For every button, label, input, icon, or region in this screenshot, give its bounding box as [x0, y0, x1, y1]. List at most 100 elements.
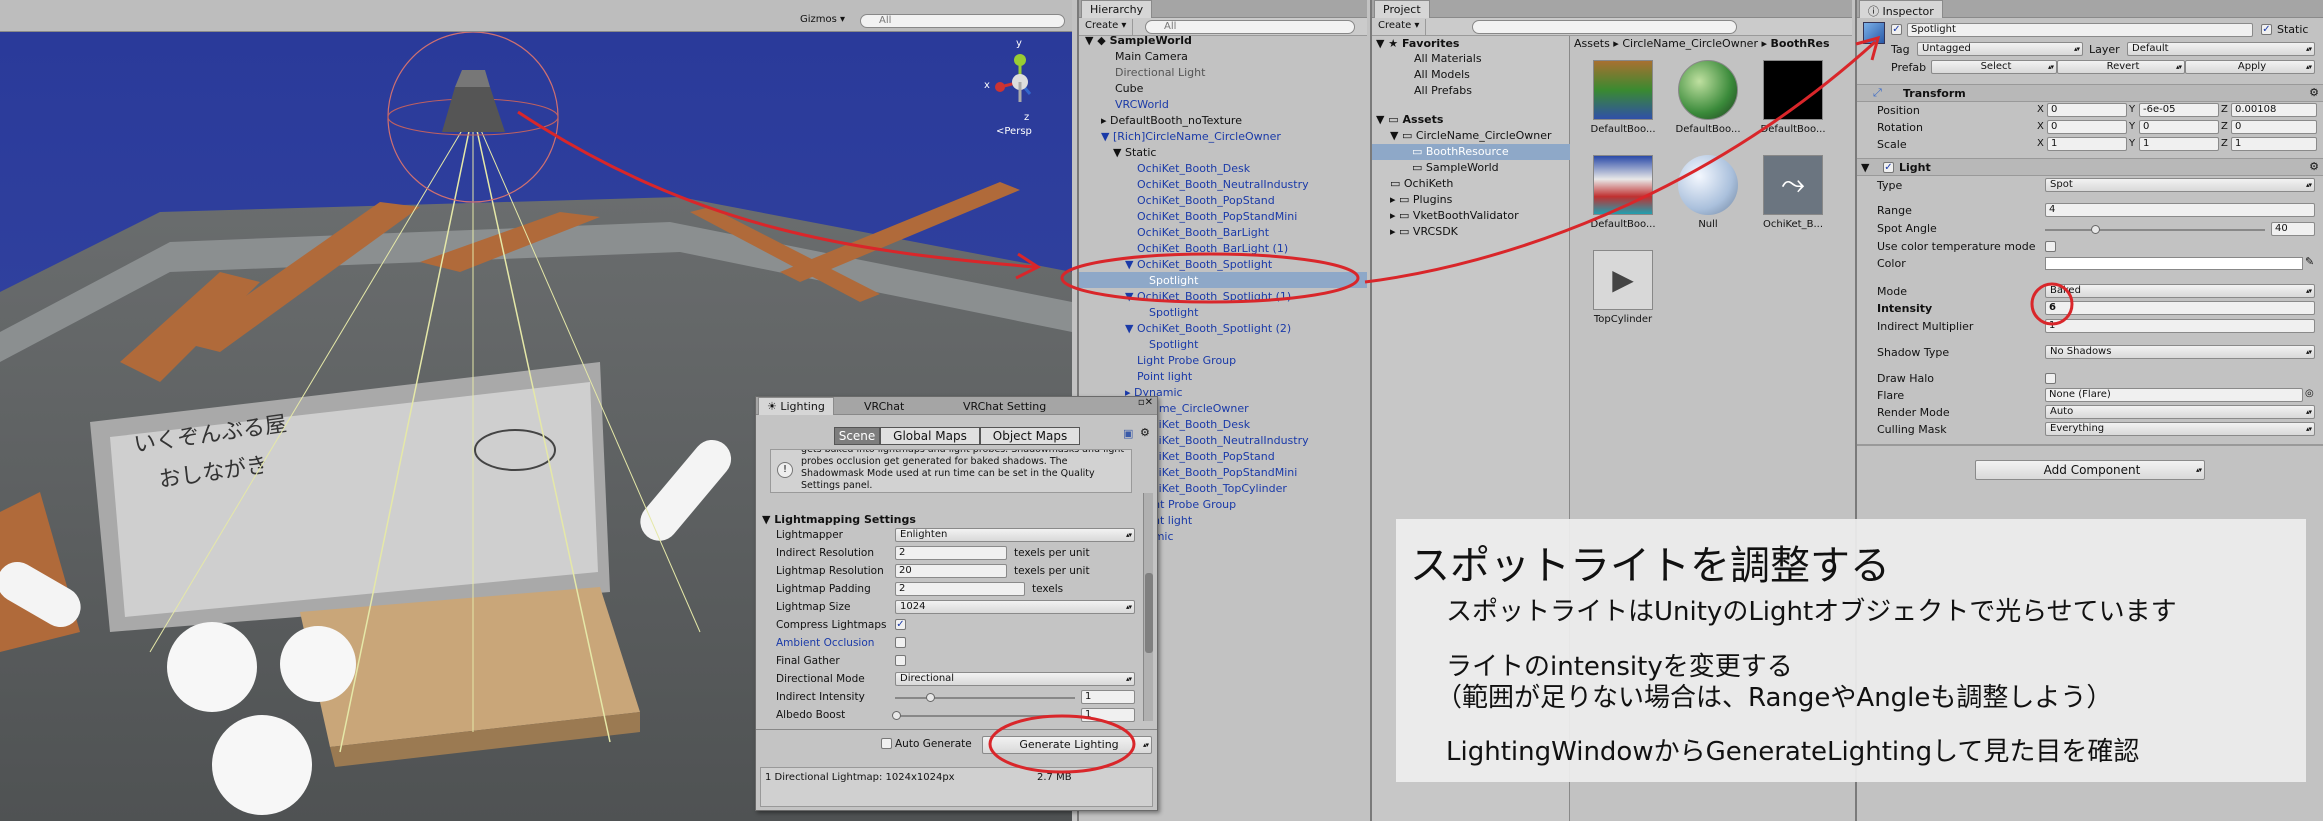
scrollbar-thumb[interactable] [1145, 573, 1153, 653]
layer-dropdown[interactable]: Default [2127, 42, 2315, 56]
lightmapping-section-header[interactable]: ▼ Lightmapping Settings [762, 513, 916, 526]
hierarchy-item[interactable]: ▼ OchiKet_Booth_Spotlight [1125, 257, 1272, 273]
lightmap-resolution-field[interactable]: 20 [895, 564, 1007, 578]
subtab-scene[interactable]: Scene [834, 427, 880, 445]
tree-sampleworld[interactable]: ▭ SampleWorld [1412, 160, 1499, 176]
spot-angle-slider[interactable] [2045, 229, 2265, 231]
indirect-multiplier-field[interactable]: 1 [2045, 319, 2315, 333]
tree-ochiketh[interactable]: ▭ OchiKeth [1390, 176, 1453, 192]
indirect-intensity-slider[interactable] [895, 697, 1075, 699]
tab-lighting[interactable]: ☀ Lighting [758, 397, 834, 415]
breadcrumb-assets[interactable]: Assets [1574, 37, 1610, 50]
auto-generate-checkbox[interactable] [881, 738, 892, 749]
static-checkbox[interactable]: ✓ [2261, 24, 2272, 35]
gear-icon[interactable]: ⚙ [2309, 160, 2319, 173]
generate-lighting-button[interactable]: Generate Lighting [982, 736, 1152, 754]
hierarchy-item[interactable]: Cube [1115, 81, 1143, 97]
transform-px-field[interactable]: 0 [2047, 103, 2127, 117]
tab-vrchat[interactable]: VRChat [864, 400, 904, 413]
hierarchy-item[interactable]: OchiKet_Booth_PopStandMini [1137, 209, 1297, 225]
hierarchy-item[interactable]: OchiKet_Booth_TopCylinder [1137, 481, 1287, 497]
tree-vketboothvalidator[interactable]: ▸ ▭ VketBoothValidator [1390, 208, 1519, 224]
subtab-global-maps[interactable]: Global Maps [880, 427, 980, 445]
albedo-boost-field[interactable]: 1 [1081, 708, 1135, 722]
scene-root[interactable]: ▼ ◆ SampleWorld [1085, 33, 1192, 49]
transform-rx-field[interactable]: 0 [2047, 120, 2127, 134]
type-dropdown[interactable]: Spot [2045, 178, 2315, 192]
lightmapper-dropdown[interactable]: Enlighten [895, 528, 1135, 542]
tree-vrcsdk[interactable]: ▸ ▭ VRCSDK [1390, 224, 1458, 240]
tag-dropdown[interactable]: Untagged [1917, 42, 2083, 56]
prefab-select-button[interactable]: Select [1931, 60, 2057, 74]
color-temp-checkbox[interactable] [2045, 241, 2056, 252]
culling-mask-dropdown[interactable]: Everything [2045, 422, 2315, 436]
project-create-button[interactable]: Create ▾ [1372, 19, 1427, 35]
transform-header[interactable]: ⤢ Transform ⚙ [1857, 84, 2323, 102]
project-search-input[interactable] [1472, 20, 1737, 34]
gear-icon[interactable]: ⚙ [2309, 86, 2319, 99]
albedo-boost-knob[interactable] [892, 711, 901, 720]
hierarchy-item[interactable]: VRCWorld [1115, 97, 1169, 113]
hierarchy-item[interactable]: ▼ Static [1113, 145, 1156, 161]
favorite-all-prefabs[interactable]: All Prefabs [1414, 83, 1472, 99]
render-mode-dropdown[interactable]: Auto [2045, 405, 2315, 419]
hierarchy-item[interactable]: OchiKet_Booth_Desk [1137, 161, 1250, 177]
transform-ry-field[interactable]: 0 [2139, 120, 2219, 134]
hierarchy-item[interactable]: ▼ OchiKet_Booth_Spotlight (2) [1125, 321, 1291, 337]
flare-field[interactable]: None (Flare) [2045, 388, 2303, 402]
hierarchy-item[interactable]: Point light [1137, 369, 1192, 385]
assets-header[interactable]: ▼ ▭ Assets [1376, 112, 1443, 128]
hierarchy-item[interactable]: OchiKet_Booth_PopStand [1137, 193, 1275, 209]
transform-py-field[interactable]: -6e-05 [2139, 103, 2219, 117]
indirect-intensity-field[interactable]: 1 [1081, 690, 1135, 704]
draw-halo-checkbox[interactable] [2045, 373, 2056, 384]
tree-circleowner[interactable]: ▼ ▭ CircleName_CircleOwner [1390, 128, 1552, 144]
asset-item[interactable]: ⤳ OchiKet_B... [1760, 155, 1826, 230]
foldout-arrow[interactable]: ▸ [1101, 114, 1110, 127]
favorites-header[interactable]: ▼ ★ Favorites [1376, 36, 1459, 52]
help-icon[interactable]: ▣ [1123, 427, 1133, 440]
breadcrumb-boothresource[interactable]: BoothRes [1771, 37, 1830, 50]
indirect-resolution-field[interactable]: 2 [895, 546, 1007, 560]
transform-sz-field[interactable]: 1 [2231, 137, 2317, 151]
hierarchy-item[interactable]: Directional Light [1115, 65, 1205, 81]
scene-search-input[interactable]: All [860, 14, 1065, 28]
tab-vrchat-setting[interactable]: VRChat Setting [963, 400, 1046, 413]
compress-lightmaps-checkbox[interactable]: ✓ [895, 619, 906, 630]
breadcrumb-circleowner[interactable]: CircleName_CircleOwner [1622, 37, 1758, 50]
lightmap-size-dropdown[interactable]: 1024 [895, 600, 1135, 614]
hierarchy-item[interactable]: ▸ DefaultBooth_noTexture [1101, 113, 1242, 129]
asset-item[interactable]: DefaultBoo... [1760, 60, 1826, 135]
lightmap-padding-field[interactable]: 2 [895, 582, 1025, 596]
hierarchy-item[interactable]: Spotlight [1149, 305, 1198, 321]
foldout-arrow[interactable]: ▼ [1125, 290, 1137, 303]
hierarchy-item[interactable]: Spotlight [1149, 337, 1198, 353]
asset-item[interactable]: DefaultBoo... [1675, 60, 1741, 135]
indirect-intensity-knob[interactable] [926, 693, 935, 702]
hierarchy-item[interactable]: Spotlight [1149, 273, 1198, 289]
spot-angle-field[interactable]: 40 [2271, 222, 2315, 236]
eyedropper-icon[interactable]: ✎ [2305, 255, 2314, 268]
prefab-revert-button[interactable]: Revert [2057, 60, 2185, 74]
active-checkbox[interactable]: ✓ [1891, 24, 1902, 35]
hierarchy-item[interactable]: ▼ [Rich]CircleName_CircleOwner [1101, 129, 1281, 145]
hierarchy-item[interactable]: OchiKet_Booth_NeutralIndustry [1137, 177, 1309, 193]
gizmos-button[interactable]: Gizmos ▾ [800, 14, 845, 25]
hierarchy-search-input[interactable]: All [1145, 20, 1355, 34]
add-component-button[interactable]: Add Component [1975, 460, 2205, 480]
transform-rz-field[interactable]: 0 [2231, 120, 2317, 134]
directional-mode-dropdown[interactable]: Directional [895, 672, 1135, 686]
lighting-scrollbar[interactable] [1143, 493, 1153, 721]
favorite-all-materials[interactable]: All Materials [1414, 51, 1482, 67]
object-picker-icon[interactable]: ◎ [2305, 388, 2314, 399]
close-icon[interactable]: ▫✕ [1138, 397, 1153, 408]
asset-item[interactable]: DefaultBoo... [1590, 60, 1656, 135]
tab-hierarchy[interactable]: Hierarchy [1081, 0, 1153, 18]
tree-boothresource[interactable]: ▭ BoothResource [1412, 144, 1509, 160]
foldout-arrow[interactable]: ▼ [1125, 322, 1137, 335]
asset-item[interactable]: ▶ TopCylinder [1590, 250, 1656, 325]
spot-angle-knob[interactable] [2091, 225, 2100, 234]
mode-dropdown[interactable]: Baked [2045, 284, 2315, 298]
prefab-apply-button[interactable]: Apply [2185, 60, 2315, 74]
asset-item[interactable]: DefaultBoo... [1590, 155, 1656, 230]
